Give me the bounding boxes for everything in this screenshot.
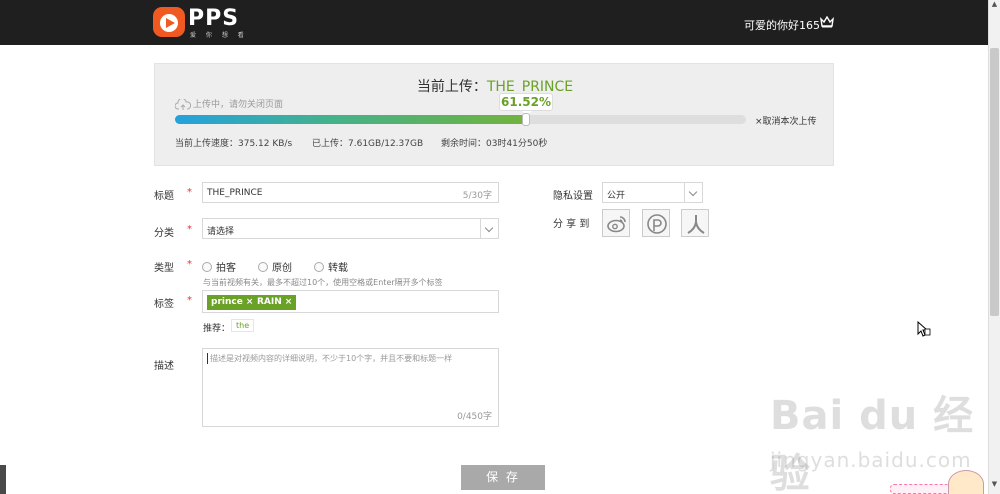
tags-required-mark: * xyxy=(187,295,192,306)
share-renren-button[interactable] xyxy=(681,209,709,237)
side-widget-tab[interactable] xyxy=(0,465,6,494)
category-required-mark: * xyxy=(187,224,192,235)
watermark-url: jingyan.baidu.com xyxy=(770,448,972,472)
upload-hint: 上传中，请勿关闭页面 xyxy=(175,97,283,111)
privacy-select-value: 公开 xyxy=(607,191,626,201)
close-icon[interactable]: × xyxy=(285,297,293,307)
type-option-label: 拍客 xyxy=(216,263,236,274)
title-char-counter: 5/30字 xyxy=(462,191,492,201)
tags-input[interactable]: prince × RAIN × xyxy=(202,290,499,313)
recommend-label: 推荐： xyxy=(203,324,231,334)
renren-icon xyxy=(687,215,705,234)
tag-chip[interactable]: prince × xyxy=(207,295,258,310)
user-name-link[interactable]: 可爱的你好165 xyxy=(744,17,820,33)
title-label: 标题 xyxy=(154,191,174,202)
type-option-label: 转载 xyxy=(328,263,348,274)
tag-chip-label: RAIN xyxy=(257,297,282,307)
title-required-mark: * xyxy=(187,187,192,198)
corner-decoration xyxy=(890,484,950,494)
radio-button-icon[interactable] xyxy=(314,262,324,272)
current-upload-prefix: 当前上传： xyxy=(416,79,487,95)
mouse-cursor-icon xyxy=(917,321,931,337)
upload-progress-bar xyxy=(175,113,746,126)
privacy-select[interactable]: 公开 xyxy=(602,182,703,203)
tag-chip[interactable]: RAIN × xyxy=(253,295,297,310)
category-label: 分类 xyxy=(154,228,174,239)
description-textarea[interactable]: 描述是对视频内容的详细说明，不少于10个字，并且不要和标题一样 0/450字 xyxy=(202,348,499,427)
uploaded-size: 已上传：7.61GB/12.37GB xyxy=(312,139,424,149)
scrollbar-thumb[interactable] xyxy=(990,48,999,316)
type-radio-repost[interactable]: 转载 xyxy=(314,259,348,274)
chevron-down-icon[interactable] xyxy=(480,219,498,238)
upload-hint-text: 上传中，请勿关闭页面 xyxy=(193,100,284,110)
weibo-icon xyxy=(607,216,626,233)
progress-percent-badge: 61.52% xyxy=(499,93,553,116)
description-placeholder: 描述是对视频内容的详细说明，不少于10个字，并且不要和标题一样 xyxy=(207,353,452,364)
tag-chip-label: prince xyxy=(211,297,243,307)
share-qzone-button[interactable] xyxy=(642,209,670,237)
category-select[interactable]: 请选择 xyxy=(202,218,499,239)
mascot-icon xyxy=(948,470,984,494)
logo-text[interactable]: PPS xyxy=(188,6,239,31)
chevron-down-icon[interactable] xyxy=(684,183,702,202)
logo-slogan: 爱 你 想 看 xyxy=(190,32,248,39)
upload-speed: 当前上传速度：375.12 KB/s xyxy=(175,139,293,149)
type-radio-paike[interactable]: 拍客 xyxy=(202,259,236,274)
upload-progress-panel: 当前上传：THE_PRINCE 上传中，请勿关闭页面 61.52% ×取消本次上… xyxy=(154,63,834,166)
crown-icon[interactable] xyxy=(820,16,834,28)
type-radio-original[interactable]: 原创 xyxy=(258,259,292,274)
pps-logo-icon[interactable] xyxy=(153,7,185,37)
category-select-value: 请选择 xyxy=(207,227,235,237)
save-button[interactable]: 保 存 xyxy=(461,465,545,490)
upload-progress-knob xyxy=(522,113,531,126)
cloud-upload-icon xyxy=(175,98,191,110)
upload-progress-fill xyxy=(175,115,527,124)
type-label: 类型 xyxy=(154,263,174,274)
title-input[interactable]: THE_PRINCE 5/30字 xyxy=(202,182,499,203)
qzone-icon xyxy=(647,214,667,234)
tags-hint: 与当前视频有关，最多不超过10个，使用空格或Enter隔开多个标签 xyxy=(203,278,443,287)
share-label: 分 享 到 xyxy=(553,219,590,230)
description-char-counter: 0/450字 xyxy=(457,412,492,422)
description-label: 描述 xyxy=(154,361,174,372)
tags-label: 标签 xyxy=(154,299,174,310)
current-upload-title: 当前上传：THE_PRINCE xyxy=(155,76,835,96)
scroll-up-arrow-icon[interactable]: ▲ xyxy=(989,0,1000,14)
type-option-label: 原创 xyxy=(272,263,292,274)
share-weibo-button[interactable] xyxy=(602,209,630,237)
top-navigation-bar: PPS 爱 你 想 看 可爱的你好165 xyxy=(0,0,988,45)
remaining-time: 剩余时间：03时41分50秒 xyxy=(441,139,548,149)
recommended-tag[interactable]: the xyxy=(231,319,255,332)
radio-button-icon[interactable] xyxy=(202,262,212,272)
privacy-label: 隐私设置 xyxy=(553,191,593,202)
radio-button-icon[interactable] xyxy=(258,262,268,272)
cancel-upload-link[interactable]: ×取消本次上传 xyxy=(755,114,817,127)
title-input-value: THE_PRINCE xyxy=(207,188,263,198)
type-required-mark: * xyxy=(187,259,192,270)
